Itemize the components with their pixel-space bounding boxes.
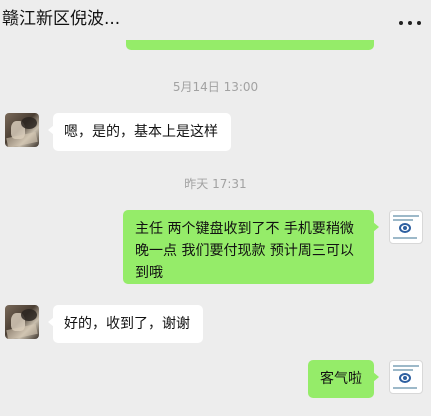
message-text: 嗯，是的，基本上是这样 [64, 124, 218, 140]
my-avatar[interactable] [389, 210, 423, 244]
contact-avatar[interactable] [5, 113, 39, 147]
outgoing-message-bubble[interactable]: 客气啦 [308, 360, 379, 398]
chat-header: 赣江新区倪波... [0, 0, 431, 40]
more-dots-icon [399, 21, 403, 25]
more-dots-icon [417, 21, 421, 25]
timestamp: 5月14日 13:00 [172, 80, 259, 94]
message-text: 好的，收到了，谢谢 [64, 316, 190, 332]
incoming-message-bubble[interactable]: 嗯，是的，基本上是这样 [48, 113, 231, 151]
more-dots-icon [408, 21, 412, 25]
message-text: 客气啦 [320, 371, 362, 387]
more-options-button[interactable] [399, 18, 421, 28]
message-text: 主任 两个键盘收到了不 手机要稍微晚一点 我们要付现款 预计周三可以到哦 [135, 221, 354, 281]
incoming-message-bubble[interactable]: 好的，收到了，谢谢 [48, 305, 203, 343]
timestamp: 昨天 17:31 [184, 177, 247, 191]
my-avatar[interactable] [389, 360, 423, 394]
contact-avatar[interactable] [5, 305, 39, 339]
chat-title: 赣江新区倪波... [2, 9, 121, 29]
outgoing-message-bubble[interactable]: 主任 两个键盘收到了不 手机要稍微晚一点 我们要付现款 预计周三可以到哦 [123, 210, 379, 284]
